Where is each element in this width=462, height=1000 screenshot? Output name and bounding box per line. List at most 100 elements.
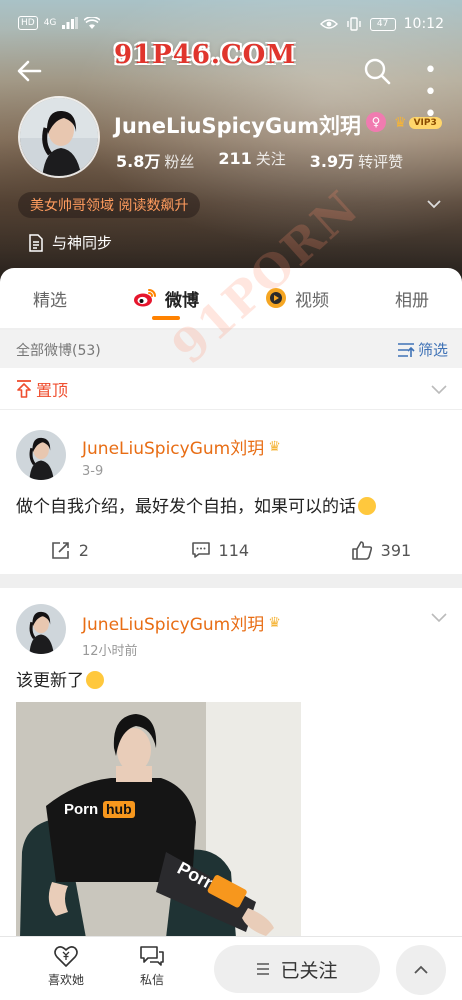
message-label: 私信 bbox=[139, 973, 164, 987]
followed-button[interactable]: 已关注 bbox=[214, 945, 380, 993]
sync-row[interactable]: 与神同步 bbox=[28, 232, 112, 253]
filter-icon bbox=[397, 342, 415, 357]
author-name: JuneLiuSpicyGum刘玥 bbox=[82, 439, 265, 459]
stat-number: 211 bbox=[218, 149, 252, 168]
stat-label: 粉丝 bbox=[164, 153, 195, 171]
scream-emoji-icon bbox=[358, 497, 376, 515]
post-text[interactable]: 做个自我介绍，最好发个自拍，如果可以的话 bbox=[16, 492, 376, 517]
chevron-down-icon[interactable] bbox=[430, 608, 448, 626]
video-icon bbox=[266, 288, 286, 308]
post-text[interactable]: 该更新了 bbox=[16, 666, 104, 691]
pinned-bar[interactable]: 置顶 bbox=[0, 368, 462, 410]
repost-count: 2 bbox=[78, 540, 89, 560]
profile-name: JuneLiuSpicyGum刘玥 bbox=[114, 114, 362, 138]
profile-avatar[interactable] bbox=[18, 96, 100, 178]
heart-yen-icon bbox=[54, 946, 78, 967]
document-icon bbox=[29, 233, 43, 252]
like-her-label: 喜欢她 bbox=[47, 973, 84, 987]
svg-text:hub: hub bbox=[106, 801, 132, 817]
filter-button[interactable]: 筛选 bbox=[397, 339, 448, 360]
shirt-print-text: Porn bbox=[64, 801, 98, 818]
scroll-top-button[interactable] bbox=[396, 945, 446, 995]
post-time: 12小时前 bbox=[82, 644, 138, 659]
active-tab-indicator bbox=[152, 316, 180, 320]
domain-tag[interactable]: 美女帅哥领域 阅读数飙升 bbox=[18, 192, 201, 218]
followed-label: 已关注 bbox=[280, 959, 338, 982]
repost-button[interactable]: 2 bbox=[51, 540, 89, 560]
photo-content: Porn hub Porn bbox=[16, 702, 301, 938]
author-avatar[interactable] bbox=[16, 604, 66, 654]
stat-fans[interactable]: 5.8万 粉丝 bbox=[116, 148, 194, 172]
site-watermark: 91P46.COM bbox=[114, 40, 297, 70]
post-card[interactable]: JuneLiuSpicyGum刘玥 ♛ 12小时前 该更新了 Porn hub … bbox=[0, 588, 462, 938]
bottom-action-bar: 喜欢她 私信 已关注 bbox=[0, 936, 462, 1000]
share-icon bbox=[51, 542, 69, 559]
comment-icon bbox=[191, 542, 210, 558]
post-actions: 2 114 391 bbox=[0, 530, 462, 570]
profile-tabs: 精选 微博 视频 相册 bbox=[0, 268, 462, 328]
vip-label: VIP3 bbox=[408, 117, 442, 129]
crown-icon: ♛ bbox=[268, 438, 281, 455]
crown-icon: ♛ bbox=[394, 115, 407, 131]
post-image[interactable]: Porn hub Porn bbox=[16, 702, 301, 938]
stat-number: 3.9万 bbox=[309, 152, 355, 171]
avatar-photo bbox=[16, 430, 66, 480]
weibo-logo-icon bbox=[134, 289, 156, 307]
tab-video[interactable]: 视频 bbox=[265, 268, 329, 328]
tab-label: 相册 bbox=[395, 290, 429, 311]
menu-icon bbox=[257, 963, 270, 975]
signal-icon bbox=[62, 17, 79, 29]
post-card[interactable]: JuneLiuSpicyGum刘玥 ♛ 3-9 做个自我介绍，最好发个自拍，如果… bbox=[0, 410, 462, 574]
like-button[interactable]: 391 bbox=[351, 540, 412, 560]
message-button[interactable]: 私信 bbox=[122, 945, 182, 988]
stat-following[interactable]: 211 关注 bbox=[218, 148, 285, 172]
stat-interactions[interactable]: 3.9万 转评赞 bbox=[310, 148, 403, 172]
back-arrow-icon[interactable] bbox=[14, 54, 48, 88]
vibrate-icon bbox=[346, 17, 361, 31]
tongue-emoji-icon bbox=[86, 671, 104, 689]
stat-label: 关注 bbox=[255, 150, 286, 168]
chevron-down-icon[interactable] bbox=[426, 196, 442, 212]
pinned-text: 置顶 bbox=[36, 381, 69, 400]
vip-badge[interactable]: ♛ VIP3 bbox=[394, 114, 442, 132]
post-author[interactable]: JuneLiuSpicyGum刘玥 ♛ bbox=[82, 610, 281, 636]
tab-label: 微博 bbox=[165, 290, 199, 311]
profile-header: HD 4G 47 10:12 91P46.COM • • • JuneLiuSp… bbox=[0, 0, 462, 290]
post-time: 3-9 bbox=[82, 464, 104, 479]
chevron-down-icon[interactable] bbox=[430, 380, 448, 398]
pin-top-icon bbox=[17, 380, 31, 398]
stat-number: 5.8万 bbox=[116, 152, 161, 171]
tab-label: 视频 bbox=[295, 290, 329, 311]
post-text-content: 该更新了 bbox=[16, 671, 84, 691]
tab-label: 精选 bbox=[33, 290, 67, 311]
search-icon[interactable] bbox=[362, 56, 392, 86]
clock: 10:12 bbox=[403, 16, 444, 32]
signal-tag: 4G bbox=[43, 18, 57, 28]
like-her-button[interactable]: 喜欢她 bbox=[36, 945, 96, 988]
filter-bar: 全部微博(53) 筛选 bbox=[0, 330, 462, 368]
chat-icon bbox=[140, 946, 164, 966]
pinned-label: 置顶 bbox=[16, 377, 68, 401]
post-count: 全部微博(53) bbox=[16, 343, 101, 359]
post-text-content: 做个自我介绍，最好发个自拍，如果可以的话 bbox=[16, 497, 356, 517]
network-badge: HD bbox=[18, 16, 38, 30]
comment-button[interactable]: 114 bbox=[191, 540, 250, 560]
tab-featured[interactable]: 精选 bbox=[33, 268, 67, 328]
tab-weibo[interactable]: 微博 bbox=[133, 268, 199, 328]
profile-tag-row: 美女帅哥领域 阅读数飙升 bbox=[18, 192, 444, 218]
stat-label: 转评赞 bbox=[358, 153, 404, 171]
filter-label: 筛选 bbox=[417, 341, 448, 359]
author-name: JuneLiuSpicyGum刘玥 bbox=[82, 615, 265, 635]
author-avatar[interactable] bbox=[16, 430, 66, 480]
crown-icon: ♛ bbox=[268, 614, 281, 631]
avatar-photo bbox=[16, 604, 66, 654]
post-author[interactable]: JuneLiuSpicyGum刘玥 ♛ bbox=[82, 434, 281, 460]
battery-indicator: 47 bbox=[369, 17, 396, 31]
profile-stats: 5.8万 粉丝 211 关注 3.9万 转评赞 bbox=[116, 148, 403, 172]
more-options-icon[interactable]: • • • bbox=[414, 60, 448, 126]
like-count: 391 bbox=[380, 540, 412, 560]
tab-album[interactable]: 相册 bbox=[395, 268, 429, 328]
status-bar: HD 4G 47 10:12 bbox=[18, 14, 444, 36]
sync-text: 与神同步 bbox=[52, 234, 113, 252]
comment-count: 114 bbox=[218, 540, 250, 560]
